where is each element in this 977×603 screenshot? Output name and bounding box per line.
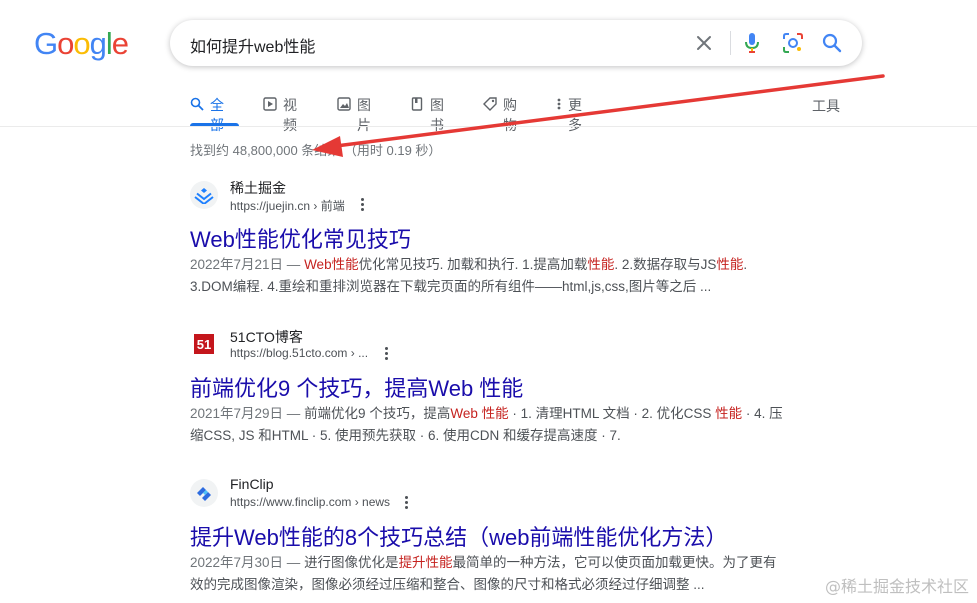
tab-more[interactable]: 更多 bbox=[556, 95, 582, 133]
result-stats: 找到约 48,800,000 条结果 （用时 0.19 秒） bbox=[190, 143, 442, 158]
svg-text:51: 51 bbox=[197, 337, 211, 352]
snippet-text: 进行图像优化是 bbox=[304, 555, 399, 570]
site-url: https://juejin.cn › 前端 bbox=[230, 199, 345, 213]
search-box[interactable]: 如何提升web性能 bbox=[170, 20, 862, 66]
snippet-highlight: 性能 bbox=[716, 257, 744, 272]
snippet-date: 2022年7月21日 — bbox=[190, 257, 305, 272]
snippet-date: 2022年7月30日 — bbox=[190, 555, 305, 570]
snippet-text: . 2.数据存取与JS bbox=[614, 257, 717, 272]
snippet-highlight: 性能 bbox=[587, 257, 615, 272]
tab-images[interactable]: 图片 bbox=[337, 95, 371, 133]
logo-letter: e bbox=[111, 26, 129, 61]
logo-letter: G bbox=[34, 26, 58, 61]
clear-icon[interactable] bbox=[692, 31, 716, 55]
google-logo[interactable]: Google bbox=[34, 26, 129, 62]
search-result: FinClip https://www.finclip.com › news 提… bbox=[190, 476, 800, 592]
snippet-highlight: 提升性能 bbox=[398, 555, 453, 570]
juejin-favicon bbox=[190, 181, 218, 209]
tag-icon bbox=[483, 97, 497, 111]
site-name: FinClip bbox=[230, 476, 274, 492]
search-separator bbox=[730, 31, 731, 55]
more-options-icon[interactable] bbox=[356, 196, 368, 212]
snippet-highlight: Web性能 bbox=[304, 257, 359, 272]
tab-all[interactable]: 全部 bbox=[190, 95, 239, 133]
logo-letter: o bbox=[57, 26, 74, 61]
site-url: https://www.finclip.com › news bbox=[230, 495, 391, 509]
tabs-divider bbox=[0, 126, 977, 127]
watermark: @稀土掘金技术社区 bbox=[824, 577, 969, 596]
site-name: 稀土掘金 bbox=[230, 180, 286, 196]
tab-label: 更多 bbox=[568, 97, 582, 133]
lens-icon[interactable] bbox=[781, 31, 805, 55]
more-options-icon[interactable] bbox=[380, 345, 392, 361]
result-site[interactable]: 稀土掘金 https://juejin.cn › 前端 bbox=[190, 178, 800, 218]
result-site[interactable]: 51 51CTO博客 https://blog.51cto.com › ... bbox=[190, 327, 800, 367]
result-title-link[interactable]: Web性能优化常见技巧 bbox=[190, 222, 411, 254]
snippet-highlight: 性能 bbox=[715, 406, 743, 421]
site-url: https://blog.51cto.com › ... bbox=[230, 346, 369, 360]
snippet-date: 2021年7月29日 — bbox=[190, 406, 305, 421]
tab-label: 图书 bbox=[430, 97, 444, 133]
result-snippet: 2021年7月29日 — 前端优化9 个技巧，提高Web 性能 · 1. 清理H… bbox=[190, 403, 790, 447]
site-name: 51CTO博客 bbox=[230, 329, 303, 345]
tab-label: 视频 bbox=[283, 97, 297, 133]
play-icon bbox=[263, 97, 277, 111]
search-icon[interactable] bbox=[820, 31, 844, 55]
result-snippet: 2022年7月30日 — 进行图像优化是提升性能最简单的一种方法，它可以使页面加… bbox=[190, 552, 790, 596]
more-options-icon[interactable] bbox=[400, 494, 412, 510]
logo-letter: g bbox=[89, 26, 107, 61]
tab-label: 图片 bbox=[357, 97, 371, 133]
search-icon bbox=[190, 97, 204, 111]
tools-button[interactable]: 工具 bbox=[812, 96, 840, 116]
search-result: 稀土掘金 https://juejin.cn › 前端 Web性能优化常见技巧 … bbox=[190, 178, 800, 294]
image-icon bbox=[337, 97, 351, 111]
snippet-highlight: Web 性能 bbox=[450, 406, 509, 421]
search-result: 51 51CTO博客 https://blog.51cto.com › ... … bbox=[190, 327, 800, 443]
result-snippet: 2022年7月21日 — Web性能优化常见技巧. 加载和执行. 1.提高加载性… bbox=[190, 254, 790, 298]
microphone-icon[interactable] bbox=[740, 31, 764, 55]
search-input[interactable]: 如何提升web性能 bbox=[190, 33, 315, 57]
tab-books[interactable]: 图书 bbox=[410, 95, 444, 133]
tab-shopping[interactable]: 购物 bbox=[483, 95, 517, 133]
51cto-favicon: 51 bbox=[190, 330, 218, 358]
tab-label: 全部 bbox=[210, 97, 224, 133]
book-icon bbox=[410, 97, 424, 111]
result-title-link[interactable]: 前端优化9 个技巧，提高Web 性能 bbox=[190, 371, 523, 403]
finclip-favicon bbox=[190, 479, 218, 507]
logo-letter: o bbox=[73, 26, 90, 61]
snippet-text: 优化常见技巧. 加载和执行. 1.提高加载 bbox=[358, 257, 588, 272]
tab-videos[interactable]: 视频 bbox=[263, 95, 297, 133]
result-title-link[interactable]: 提升Web性能的8个技巧总结（web前端性能优化方法） bbox=[190, 520, 727, 552]
snippet-text: · 1. 清理HTML 文档 · 2. 优化CSS bbox=[508, 406, 716, 421]
result-site[interactable]: FinClip https://www.finclip.com › news bbox=[190, 476, 800, 516]
more-vert-icon bbox=[556, 97, 562, 111]
tab-label: 购物 bbox=[503, 97, 517, 133]
snippet-text: 前端优化9 个技巧，提高 bbox=[304, 406, 451, 421]
